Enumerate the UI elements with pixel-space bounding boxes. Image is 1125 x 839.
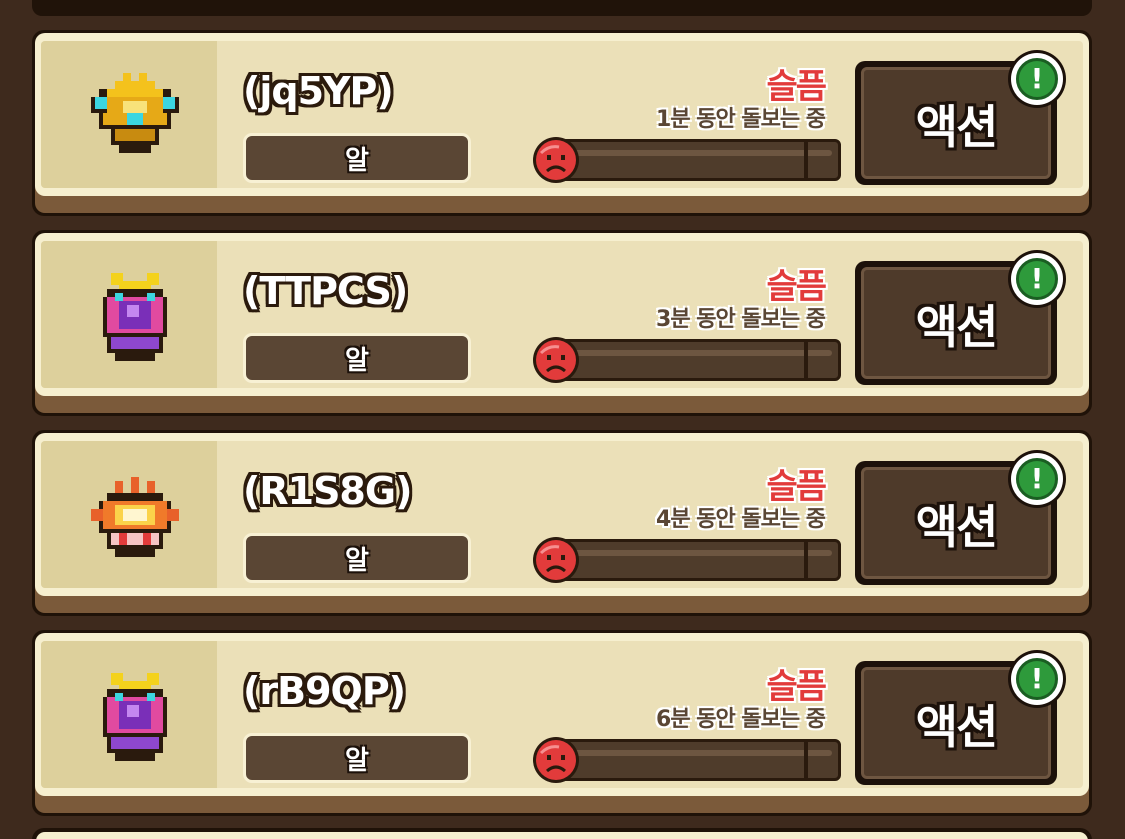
- flame-egg-icon: [91, 477, 179, 557]
- mood-bar-divider: [804, 742, 808, 778]
- card-face: (TTPCS) 알 슬픔 3분 동안 돌보는 중 액션 !: [35, 233, 1089, 396]
- alert-badge[interactable]: !: [1011, 53, 1063, 105]
- pet-icon-box: [41, 441, 217, 588]
- mood-bar-divider: [804, 142, 808, 178]
- alert-badge[interactable]: !: [1011, 453, 1063, 505]
- pet-list-screen: (jq5YP) 알 슬픔 1분 동안 돌보는 중 액션 ! (TTPCS) 알 …: [0, 0, 1125, 839]
- mood-bar: [549, 139, 841, 181]
- card-inner: (TTPCS) 알 슬픔 3분 동안 돌보는 중 액션 !: [41, 241, 1083, 388]
- mood-bar-highlight: [558, 550, 832, 556]
- purple-jewel-egg-icon: [103, 273, 167, 361]
- mood-bar-highlight: [558, 350, 832, 356]
- exclamation-icon: !: [1016, 258, 1058, 300]
- card-inner: (rB9QP) 알 슬픔 6분 동안 돌보는 중 액션 !: [41, 641, 1083, 788]
- exclamation-icon: !: [1016, 658, 1058, 700]
- next-card-face: [36, 832, 1088, 839]
- pet-card: (jq5YP) 알 슬픔 1분 동안 돌보는 중 액션 !: [32, 30, 1092, 216]
- pet-icon-box: [41, 41, 217, 188]
- care-status-text: 3분 동안 돌보는 중: [656, 307, 826, 332]
- pet-icon-box: [41, 641, 217, 788]
- alert-badge[interactable]: !: [1011, 653, 1063, 705]
- mood-bar-divider: [804, 542, 808, 578]
- pet-card: (TTPCS) 알 슬픔 3분 동안 돌보는 중 액션 !: [32, 230, 1092, 416]
- care-status-text: 6분 동안 돌보는 중: [656, 707, 826, 732]
- pet-name: (R1S8G): [243, 469, 412, 513]
- pet-type-badge: 알: [243, 733, 471, 783]
- sad-face-icon: [533, 137, 579, 183]
- pet-name: (rB9QP): [243, 669, 406, 713]
- exclamation-icon: !: [1016, 58, 1058, 100]
- pet-type-badge: 알: [243, 133, 471, 183]
- sad-face-icon: [533, 537, 579, 583]
- sad-face-icon: [533, 737, 579, 783]
- pet-type-badge: 알: [243, 533, 471, 583]
- pet-name: (TTPCS): [243, 269, 408, 313]
- card-face: (jq5YP) 알 슬픔 1분 동안 돌보는 중 액션 !: [35, 33, 1089, 196]
- previous-card-edge: [32, 0, 1092, 16]
- mood-bar: [549, 539, 841, 581]
- card-inner: (jq5YP) 알 슬픔 1분 동안 돌보는 중 액션 !: [41, 41, 1083, 188]
- mood-bar: [549, 739, 841, 781]
- mood-bar-highlight: [558, 150, 832, 156]
- mood-bar: [549, 339, 841, 381]
- mood-bar-divider: [804, 342, 808, 378]
- pet-card: (rB9QP) 알 슬픔 6분 동안 돌보는 중 액션 !: [32, 630, 1092, 816]
- gold-crown-egg-icon: [91, 73, 179, 153]
- pet-type-badge: 알: [243, 333, 471, 383]
- care-status-text: 1분 동안 돌보는 중: [656, 107, 826, 132]
- next-card-edge: [32, 828, 1092, 839]
- exclamation-icon: !: [1016, 458, 1058, 500]
- card-face: (rB9QP) 알 슬픔 6분 동안 돌보는 중 액션 !: [35, 633, 1089, 796]
- card-inner: (R1S8G) 알 슬픔 4분 동안 돌보는 중 액션 !: [41, 441, 1083, 588]
- care-status-text: 4분 동안 돌보는 중: [656, 507, 826, 532]
- sad-face-icon: [533, 337, 579, 383]
- purple-jewel-egg-icon: [103, 673, 167, 761]
- pet-name: (jq5YP): [243, 69, 394, 113]
- pet-icon-box: [41, 241, 217, 388]
- alert-badge[interactable]: !: [1011, 253, 1063, 305]
- pet-card: (R1S8G) 알 슬픔 4분 동안 돌보는 중 액션 !: [32, 430, 1092, 616]
- mood-bar-highlight: [558, 750, 832, 756]
- card-face: (R1S8G) 알 슬픔 4분 동안 돌보는 중 액션 !: [35, 433, 1089, 596]
